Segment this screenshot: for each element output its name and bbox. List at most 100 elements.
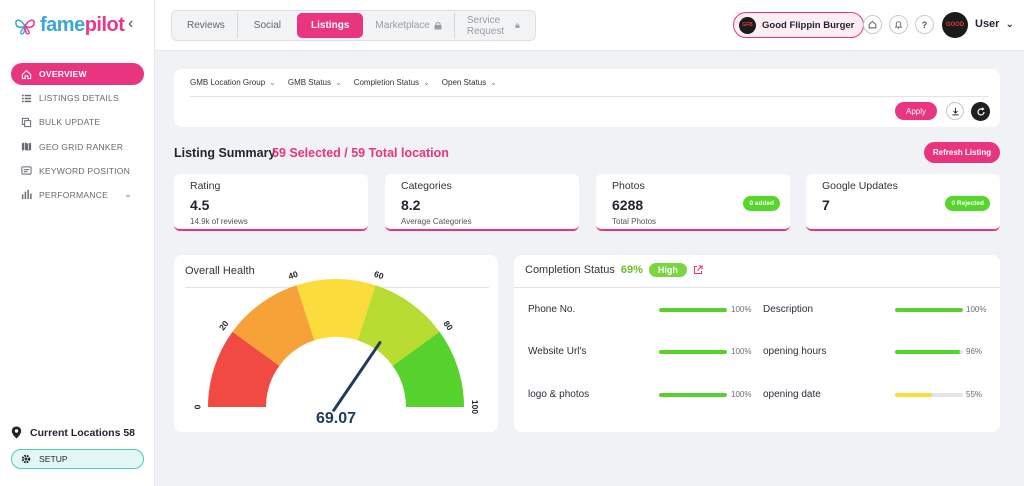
completion-title: Completion Status bbox=[525, 264, 615, 276]
copy-icon bbox=[20, 116, 32, 128]
completion-progress-bar bbox=[659, 350, 727, 354]
stat-label: Photos bbox=[612, 180, 645, 192]
chevron-down-icon: ⌄ bbox=[269, 78, 276, 87]
stat-value: 8.2 bbox=[401, 197, 421, 213]
location-pin-icon bbox=[11, 426, 22, 439]
completion-row-label: Phone No. bbox=[528, 304, 576, 315]
completion-header: Completion Status 69% High bbox=[525, 263, 703, 277]
sidebar: famepilot ‹ OVERVIEW LISTINGS DETAILS BU… bbox=[0, 0, 155, 486]
chevron-down-icon: ⌄ bbox=[334, 78, 342, 87]
completion-progress-bar bbox=[659, 308, 727, 312]
download-button[interactable] bbox=[946, 102, 964, 120]
status-badge: 0 added bbox=[743, 196, 780, 211]
completion-row-label: opening hours bbox=[763, 346, 827, 357]
chevron-down-icon[interactable]: ⌄ bbox=[124, 189, 132, 200]
refresh-listing-button[interactable]: Refresh Listing bbox=[924, 142, 1000, 163]
reset-button[interactable] bbox=[971, 102, 990, 121]
chevron-down-icon: ⌄ bbox=[1005, 18, 1014, 30]
completion-row-percent: 100% bbox=[731, 390, 752, 399]
home-icon bbox=[20, 68, 32, 80]
filter-gmb-status[interactable]: GMB Status ⌄ bbox=[288, 78, 342, 87]
home-icon bbox=[868, 20, 877, 29]
apply-button[interactable]: Apply bbox=[895, 102, 937, 120]
gauge-tick-label: 60 bbox=[373, 269, 385, 282]
completion-row-label: opening date bbox=[763, 389, 821, 400]
lock-icon bbox=[434, 22, 442, 30]
sidebar-item-label: OVERVIEW bbox=[39, 69, 87, 79]
filter-panel: GMB Location Group ⌄ GMB Status ⌄ Completi… bbox=[174, 69, 1000, 127]
setup-button[interactable]: SETUP bbox=[11, 449, 144, 469]
tab-listings[interactable]: Listings bbox=[297, 13, 364, 38]
sidebar-item-overview[interactable]: OVERVIEW bbox=[11, 63, 144, 85]
sidebar-item-geo-grid-ranker[interactable]: GEO GRID RANKER bbox=[11, 136, 144, 158]
gauge-tick-label: 40 bbox=[287, 269, 299, 282]
sidebar-item-listings-details[interactable]: LISTINGS DETAILS bbox=[11, 87, 144, 109]
progress-fill bbox=[895, 308, 963, 312]
tab-service-request[interactable]: Service Request bbox=[455, 13, 532, 38]
sidebar-nav: OVERVIEW LISTINGS DETAILS BULK UPDATE GE… bbox=[11, 63, 144, 208]
home-button[interactable] bbox=[863, 15, 882, 34]
health-gauge: 0 20 40 60 80 100 69.07 bbox=[192, 269, 480, 427]
tab-reviews[interactable]: Reviews bbox=[175, 13, 238, 38]
filter-completion-status[interactable]: Completion Status ⌄ bbox=[354, 78, 430, 87]
stat-label: Rating bbox=[190, 180, 221, 192]
completion-row-percent: 100% bbox=[731, 347, 752, 356]
progress-fill bbox=[895, 350, 961, 354]
stat-label: Google Updates bbox=[822, 180, 898, 192]
stat-sub: Average Categories bbox=[401, 217, 472, 226]
stat-card-rating: Rating 4.5 14.9k of reviews bbox=[174, 174, 368, 231]
sidebar-item-performance[interactable]: PERFORMANCE ⌄ bbox=[11, 184, 144, 206]
question-icon: ? bbox=[921, 19, 928, 30]
progress-fill bbox=[895, 393, 933, 397]
logo-text: famepilot bbox=[40, 14, 125, 36]
filter-open-status[interactable]: Open Status ⌄ bbox=[442, 78, 497, 87]
sidebar-item-bulk-update[interactable]: BULK UPDATE bbox=[11, 111, 144, 133]
sidebar-item-label: GEO GRID RANKER bbox=[39, 141, 124, 152]
keyword-icon bbox=[20, 165, 32, 177]
user-name: User bbox=[975, 18, 1000, 30]
tab-marketplace[interactable]: Marketplace bbox=[363, 13, 455, 38]
completion-progress-bar bbox=[895, 393, 963, 397]
setup-label: SETUP bbox=[39, 454, 68, 464]
tab-social[interactable]: Social bbox=[238, 13, 297, 38]
completion-progress-bar bbox=[895, 308, 963, 312]
current-locations: Current Locations 58 bbox=[11, 426, 135, 439]
progress-fill bbox=[659, 308, 727, 312]
gauge-tick-label: 80 bbox=[441, 319, 455, 333]
stat-value: 7 bbox=[822, 197, 830, 213]
stat-label: Categories bbox=[401, 180, 452, 192]
completion-percent: 69% bbox=[620, 264, 643, 276]
completion-row-label: Website Url's bbox=[528, 346, 587, 357]
completion-row-percent: 96% bbox=[966, 347, 983, 356]
external-link-icon[interactable] bbox=[693, 265, 703, 275]
status-badge: 0 Rejected bbox=[945, 196, 990, 211]
sidebar-item-keyword-position[interactable]: KEYWORD POSITION bbox=[11, 160, 144, 182]
list-icon bbox=[20, 92, 32, 104]
user-menu[interactable]: User ⌄ bbox=[975, 18, 1014, 30]
completion-row-percent: 100% bbox=[966, 305, 987, 314]
completion-row-label: Description bbox=[763, 304, 814, 315]
top-bar: Reviews Social Listings Marketplace Serv… bbox=[155, 0, 1024, 51]
famepilot-logo[interactable]: famepilot bbox=[14, 14, 125, 37]
completion-progress-bar bbox=[895, 350, 963, 354]
help-button[interactable]: ? bbox=[915, 15, 934, 34]
selected-locations-count: 59 Selected / 59 Total location bbox=[272, 146, 449, 160]
stat-sub: 14.9k of reviews bbox=[190, 217, 248, 226]
chevron-down-icon: ⌄ bbox=[490, 78, 497, 87]
business-name: Good Flippin Burger bbox=[762, 19, 855, 31]
business-selector[interactable]: GFB Good Flippin Burger bbox=[733, 12, 865, 38]
gauge-tick-label: 20 bbox=[217, 318, 231, 332]
filter-dropdowns: GMB Location Group ⌄ GMB Status ⌄ Completi… bbox=[190, 78, 497, 87]
bar-chart-icon bbox=[20, 189, 32, 201]
user-avatar[interactable]: GOOD bbox=[942, 12, 968, 38]
current-locations-label: Current Locations 58 bbox=[30, 426, 136, 439]
stat-value: 6288 bbox=[612, 197, 644, 213]
gauge-tick-label: 100 bbox=[470, 400, 480, 414]
chevron-down-icon: ⌄ bbox=[423, 78, 430, 87]
divider bbox=[190, 96, 988, 97]
notifications-button[interactable] bbox=[889, 15, 908, 34]
business-logo-icon: GFB bbox=[739, 16, 756, 34]
collapse-sidebar-icon[interactable]: ‹ bbox=[128, 15, 133, 33]
listing-summary-title: Listing Summary bbox=[174, 146, 276, 160]
filter-gmb-location-group[interactable]: GMB Location Group ⌄ bbox=[190, 78, 276, 87]
